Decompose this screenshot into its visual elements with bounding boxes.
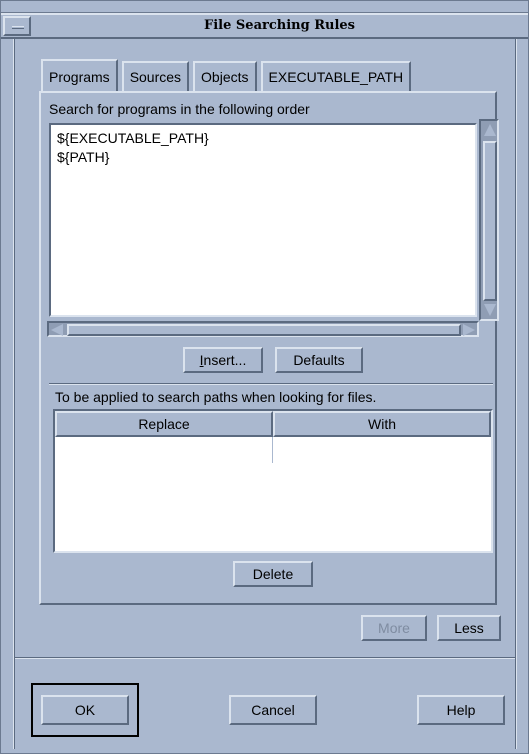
insert-button[interactable]: Insert... <box>183 347 263 373</box>
file-searching-rules-dialog: File Searching Rules Programs Sources Ob… <box>0 0 529 754</box>
delete-button[interactable]: Delete <box>233 561 313 587</box>
window-frame-top[interactable] <box>1 1 528 13</box>
list-item[interactable]: ${PATH} <box>57 148 469 167</box>
tab-executable-path[interactable]: EXECUTABLE_PATH <box>260 61 412 91</box>
window-menu-icon <box>12 26 24 29</box>
replace-cell[interactable] <box>55 437 273 463</box>
ok-button[interactable]: OK <box>41 695 129 725</box>
tab-programs[interactable]: Programs <box>41 59 118 91</box>
path-mapping-table: Replace With <box>53 409 493 553</box>
tab-sources[interactable]: Sources <box>121 61 190 91</box>
cancel-button[interactable]: Cancel <box>229 695 317 725</box>
search-order-label: Search for programs in the following ord… <box>49 101 310 117</box>
tab-objects[interactable]: Objects <box>193 61 257 91</box>
list-item[interactable]: ${EXECUTABLE_PATH} <box>57 129 469 148</box>
insert-label-suffix: nsert... <box>203 352 247 368</box>
with-cell[interactable] <box>273 437 491 463</box>
apply-paths-label: To be applied to search paths when looki… <box>55 389 377 405</box>
vertical-scroll-thumb[interactable] <box>483 141 497 301</box>
action-area-separator <box>15 657 515 659</box>
tab-strip: Programs Sources Objects EXECUTABLE_PATH <box>41 59 415 93</box>
table-row[interactable] <box>55 437 491 463</box>
window-frame-right <box>515 39 517 749</box>
help-button[interactable]: Help <box>417 695 505 725</box>
window-frame-left <box>13 39 15 749</box>
title-bar[interactable]: File Searching Rules <box>1 13 528 39</box>
scroll-left-arrow-icon[interactable] <box>51 324 63 336</box>
section-separator <box>49 383 493 385</box>
scroll-down-arrow-icon[interactable] <box>484 304 496 316</box>
more-button[interactable]: More <box>361 615 427 641</box>
column-header-with[interactable]: With <box>273 411 491 437</box>
horizontal-scrollbar[interactable] <box>47 321 479 337</box>
less-button[interactable]: Less <box>437 615 501 641</box>
table-header: Replace With <box>55 411 491 437</box>
program-search-list[interactable]: ${EXECUTABLE_PATH} ${PATH} <box>49 123 477 317</box>
column-header-replace[interactable]: Replace <box>55 411 273 437</box>
scroll-up-arrow-icon[interactable] <box>484 124 496 136</box>
defaults-button[interactable]: Defaults <box>275 347 363 373</box>
vertical-scrollbar[interactable] <box>479 119 499 321</box>
scroll-right-arrow-icon[interactable] <box>463 324 475 336</box>
window-title: File Searching Rules <box>204 18 355 33</box>
window-menu-button[interactable] <box>3 16 31 36</box>
horizontal-scroll-thumb[interactable] <box>67 324 461 336</box>
